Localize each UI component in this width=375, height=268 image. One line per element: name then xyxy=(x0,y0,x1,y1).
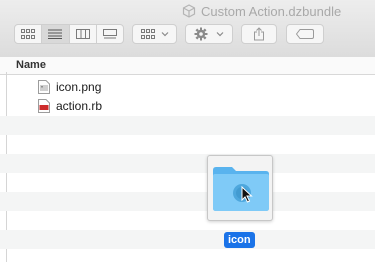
drag-label: icon xyxy=(224,232,255,248)
image-file-icon xyxy=(38,80,50,94)
gallery-view-button[interactable] xyxy=(97,25,123,43)
bundle-icon xyxy=(182,4,196,18)
empty-row xyxy=(0,211,375,230)
name-column-header[interactable]: Name xyxy=(16,59,46,71)
empty-row xyxy=(0,173,375,192)
group-by-icon xyxy=(140,29,155,39)
empty-row xyxy=(0,230,375,249)
list-item[interactable]: action.rb xyxy=(0,97,375,116)
column-view-button[interactable] xyxy=(70,25,97,43)
file-name: action.rb xyxy=(56,99,103,113)
tag-icon xyxy=(296,29,314,39)
list-view-icon xyxy=(48,29,63,39)
tags-button[interactable] xyxy=(286,24,324,44)
list-item[interactable]: icon.png xyxy=(0,78,375,97)
group-by-button[interactable] xyxy=(132,24,177,44)
window-title: Custom Action.dzbundle xyxy=(182,2,341,20)
icon-view-icon xyxy=(21,29,36,39)
ruby-file-icon xyxy=(38,99,50,113)
gear-icon xyxy=(194,27,208,41)
column-header: Name xyxy=(0,57,375,75)
drag-preview[interactable] xyxy=(207,155,273,221)
icon-view-button[interactable] xyxy=(15,25,43,43)
view-mode-control xyxy=(14,24,124,44)
share-button[interactable] xyxy=(241,24,277,44)
file-name: icon.png xyxy=(56,80,102,94)
empty-row xyxy=(0,116,375,135)
toolbar: Custom Action.dzbundle xyxy=(0,0,375,58)
list-view-button[interactable] xyxy=(42,25,70,43)
gallery-view-icon xyxy=(102,29,117,39)
empty-row xyxy=(0,192,375,211)
file-list: icon.png action.rb xyxy=(0,78,375,266)
cursor-icon xyxy=(241,186,253,203)
empty-row xyxy=(0,249,375,268)
share-icon xyxy=(254,27,264,41)
column-view-icon xyxy=(75,29,90,39)
empty-row xyxy=(0,154,375,173)
chevron-down-icon xyxy=(161,32,168,37)
empty-row xyxy=(0,135,375,154)
action-menu-button[interactable] xyxy=(185,24,233,44)
chevron-down-icon xyxy=(216,32,224,37)
window-title-text: Custom Action.dzbundle xyxy=(201,3,342,19)
